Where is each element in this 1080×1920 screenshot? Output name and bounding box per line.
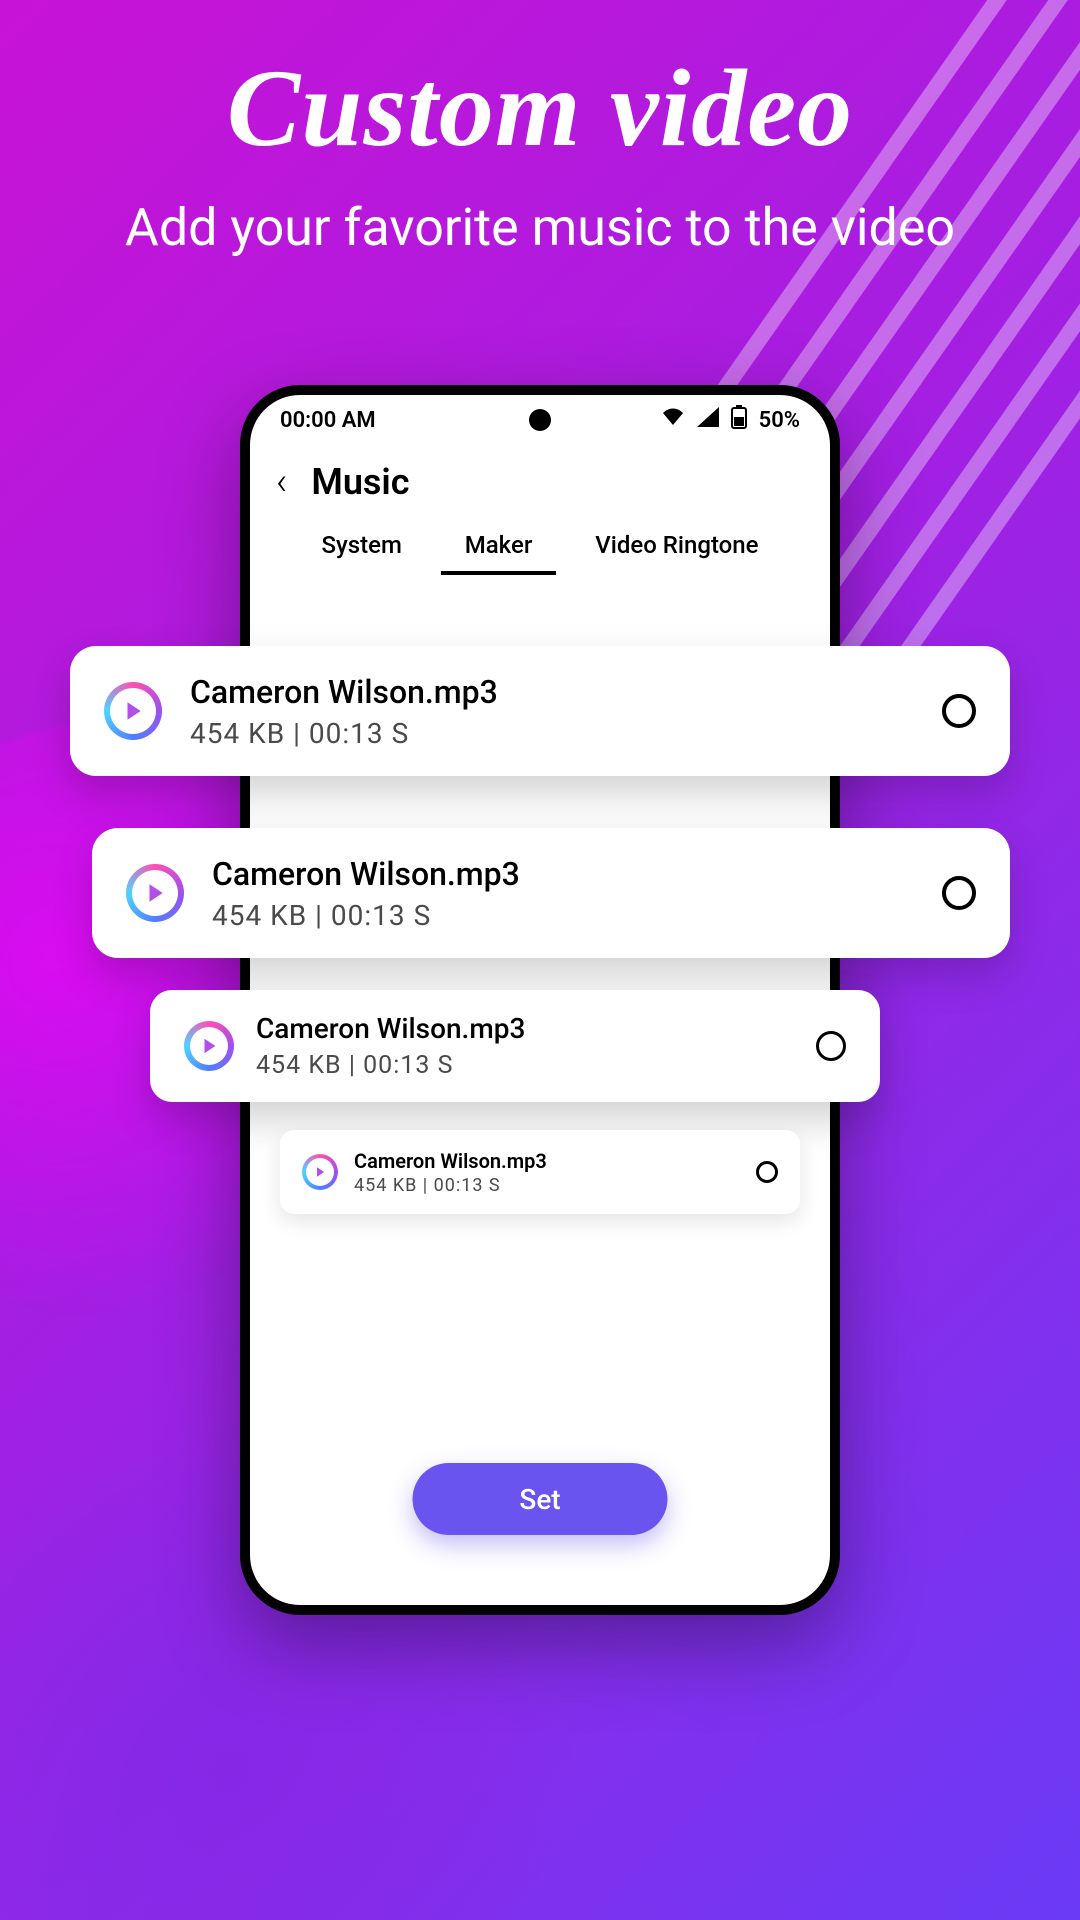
- tab-video-ringtone[interactable]: Video Ringtone: [589, 521, 764, 575]
- track-meta: 454 KB | 00:13 S: [190, 717, 942, 750]
- hero-title: Custom video: [0, 45, 1080, 172]
- play-icon[interactable]: [184, 1021, 234, 1071]
- track-row[interactable]: Cameron Wilson.mp3 454 KB | 00:13 S: [150, 990, 880, 1102]
- page-title: Music: [311, 461, 409, 503]
- hero-subtitle: Add your favorite music to the video: [0, 195, 1080, 260]
- track-meta: 454 KB | 00:13 S: [354, 1175, 756, 1196]
- play-icon[interactable]: [104, 682, 162, 740]
- play-icon[interactable]: [126, 864, 184, 922]
- track-row[interactable]: Cameron Wilson.mp3 454 KB | 00:13 S: [70, 646, 1010, 776]
- track-meta: 454 KB | 00:13 S: [212, 899, 942, 932]
- status-time: 00:00 AM: [280, 408, 376, 433]
- track-name: Cameron Wilson.mp3: [256, 1012, 816, 1045]
- select-radio[interactable]: [756, 1161, 778, 1183]
- select-radio[interactable]: [942, 694, 976, 728]
- select-radio[interactable]: [942, 876, 976, 910]
- tab-system[interactable]: System: [315, 521, 407, 575]
- select-radio[interactable]: [816, 1031, 846, 1061]
- wifi-icon: [661, 407, 685, 433]
- track-name: Cameron Wilson.mp3: [212, 855, 942, 893]
- track-name: Cameron Wilson.mp3: [190, 673, 942, 711]
- tab-bar: System Maker Video Ringtone: [250, 513, 830, 575]
- back-button[interactable]: ‹: [276, 463, 287, 501]
- track-row[interactable]: Cameron Wilson.mp3 454 KB | 00:13 S: [92, 828, 1010, 958]
- tab-maker[interactable]: Maker: [459, 521, 539, 575]
- camera-dot: [529, 409, 551, 431]
- track-name: Cameron Wilson.mp3: [354, 1149, 756, 1173]
- play-icon[interactable]: [302, 1154, 338, 1190]
- battery-percent: 50%: [759, 408, 800, 433]
- track-row[interactable]: Cameron Wilson.mp3 454 KB | 00:13 S: [280, 1130, 800, 1214]
- battery-icon: [731, 405, 747, 435]
- set-button[interactable]: Set: [413, 1463, 668, 1535]
- track-meta: 454 KB | 00:13 S: [256, 1051, 816, 1080]
- signal-icon: [697, 407, 719, 433]
